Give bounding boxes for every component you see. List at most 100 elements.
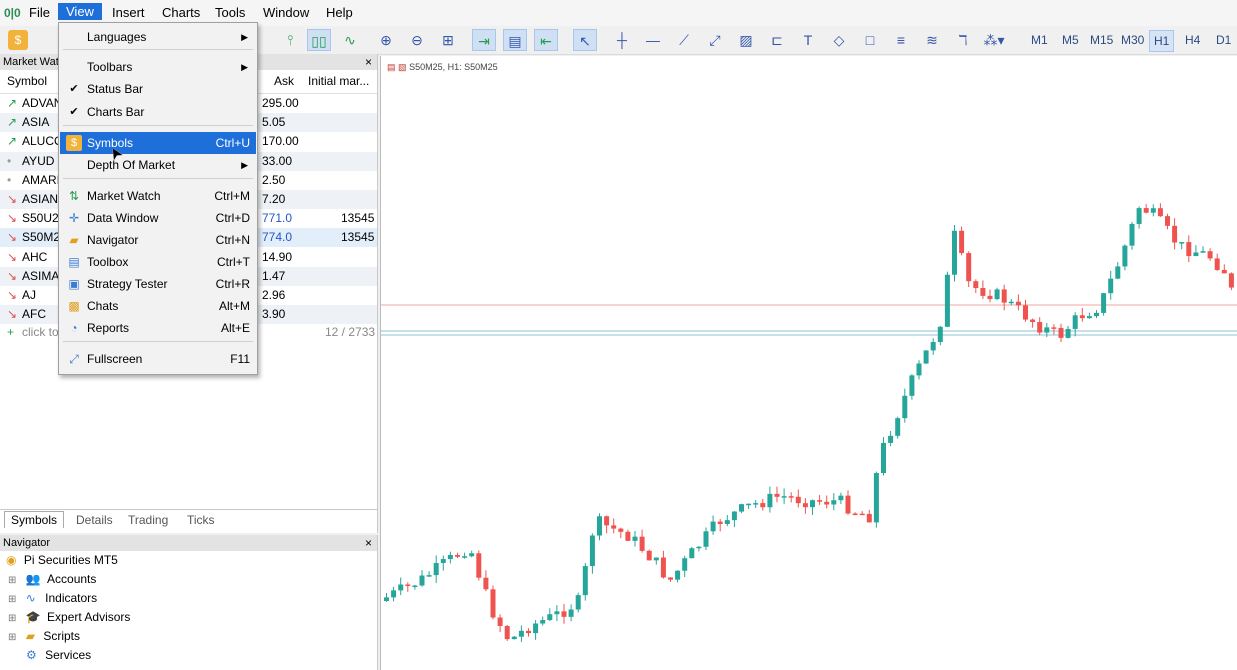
folder-icon: ▰: [69, 233, 79, 247]
grid-icon[interactable]: ⊞: [436, 29, 460, 51]
navigator-item-expert-advisors[interactable]: ⊞ 🎓 Expert Advisors: [8, 608, 130, 627]
candle-body: [504, 625, 510, 640]
menu-help[interactable]: Help: [326, 5, 353, 20]
menu-file[interactable]: File: [29, 5, 50, 20]
candle-body: [440, 559, 446, 564]
timeframe-m30[interactable]: M30: [1117, 30, 1148, 50]
navigator-item-indicators[interactable]: ⊞ ∿ Indicators: [8, 589, 97, 608]
candle-body: [1065, 328, 1071, 338]
menu-item-reports[interactable]: ◔ Reports Alt+E: [60, 317, 256, 339]
column-initial-margin[interactable]: Initial mar...: [308, 72, 369, 91]
timeframe-m5[interactable]: M5: [1058, 30, 1083, 50]
timeframe-h4[interactable]: H4: [1181, 30, 1204, 50]
menu-item-symbols[interactable]: $ Symbols Ctrl+U ➤: [60, 132, 256, 163]
autoscroll-icon[interactable]: ⇥: [472, 29, 496, 51]
menu-tools[interactable]: Tools: [215, 5, 245, 20]
expand-icon[interactable]: ⊞: [8, 594, 16, 605]
column-symbol[interactable]: Symbol: [7, 72, 47, 91]
navigator-root[interactable]: ◉ Pi Securities MT5: [6, 551, 118, 570]
chat-icon: ▩: [68, 299, 80, 313]
price-chart[interactable]: [381, 56, 1237, 670]
menu-item-chats[interactable]: ▩ Chats Alt+M: [60, 295, 256, 317]
services-icon: ⚙: [26, 648, 37, 662]
menu-item-charts-bar[interactable]: ✔ Charts Bar: [60, 101, 256, 123]
navigator-item-scripts[interactable]: ⊞ ▰ Scripts: [8, 627, 80, 646]
menu-shortcut: Alt+E: [220, 321, 250, 335]
menu-item-fullscreen[interactable]: ⤢ Fullscreen F11: [60, 348, 256, 370]
arrow-down-icon: ↘: [7, 230, 18, 245]
menu-charts[interactable]: Charts: [162, 5, 200, 20]
zoom-in-icon[interactable]: ⊕: [374, 29, 398, 51]
zoom-out-icon[interactable]: ⊖: [405, 29, 429, 51]
close-icon[interactable]: ×: [365, 54, 372, 70]
candle-body: [447, 555, 453, 560]
shapes-icon[interactable]: ◇: [827, 29, 851, 51]
menu-item-strategy-tester[interactable]: ▣ Strategy Tester Ctrl+R: [60, 273, 256, 295]
tab-details[interactable]: Details: [76, 513, 113, 527]
channel-icon[interactable]: ⊏: [765, 29, 789, 51]
column-ask[interactable]: Ask: [274, 72, 294, 91]
candle-body: [433, 563, 439, 576]
timeframe-m15[interactable]: M15: [1086, 30, 1117, 50]
objects-dropdown-icon[interactable]: ⁂▾: [982, 29, 1006, 51]
symbols-dollar-icon[interactable]: $: [8, 30, 28, 50]
line-chart-icon[interactable]: ∿: [338, 29, 362, 51]
timeframe-h1[interactable]: H1: [1149, 30, 1175, 52]
expand-icon[interactable]: ⊞: [8, 613, 16, 624]
tab-symbols[interactable]: Symbols: [4, 511, 65, 528]
chart-object-icon[interactable]: ▨: [734, 29, 758, 51]
tab-ticks[interactable]: Ticks: [187, 513, 215, 527]
menu-item-languages[interactable]: Languages ▶: [60, 26, 256, 48]
menu-item-navigator[interactable]: ▰ Navigator Ctrl+N: [60, 229, 256, 251]
candle-body: [866, 513, 872, 523]
gann-icon[interactable]: ≋: [920, 29, 944, 51]
text-icon[interactable]: T: [796, 29, 820, 51]
menu-item-status-bar[interactable]: ✔ Status Bar: [60, 78, 256, 100]
navigator-item-accounts[interactable]: ⊞ 👥 Accounts: [8, 570, 96, 589]
candle-body: [469, 553, 475, 557]
fibonacci-icon[interactable]: ≡: [889, 29, 913, 51]
timeframe-d1[interactable]: D1: [1212, 30, 1235, 50]
menu-item-data-window[interactable]: ✛ Data Window Ctrl+D: [60, 207, 256, 229]
chart-window[interactable]: ▤ ▧ S50M25, H1: S50M25: [380, 56, 1237, 670]
menu-separator: [63, 178, 253, 179]
candle-body: [1001, 289, 1007, 303]
candle-body: [1051, 327, 1057, 329]
candle-body: [582, 566, 588, 596]
candle-body: [909, 375, 915, 396]
menu-item-label: Chats: [87, 299, 119, 313]
menu-shortcut: Ctrl+R: [215, 277, 250, 291]
elliott-icon[interactable]: ℸ: [951, 29, 975, 51]
candle-body: [462, 556, 468, 558]
menu-insert[interactable]: Insert: [112, 5, 145, 20]
close-icon[interactable]: ×: [365, 535, 372, 551]
menu-window[interactable]: Window: [263, 5, 309, 20]
navigator-item-services[interactable]: ⚙ Services: [8, 646, 91, 665]
rectangle-icon[interactable]: □: [858, 29, 882, 51]
candle-body: [589, 535, 595, 567]
chart-shift-icon[interactable]: ▤: [503, 29, 527, 51]
candle-body: [1108, 278, 1114, 294]
menu-item-toolbox[interactable]: ▤ Toolbox Ctrl+T: [60, 251, 256, 273]
menu-item-depth-of-market[interactable]: Depth Of Market ▶: [60, 154, 256, 176]
cursor-icon[interactable]: ↖: [573, 29, 597, 51]
candlestick-icon[interactable]: ▯▯: [307, 29, 331, 51]
horizontal-line-icon[interactable]: —: [641, 29, 665, 51]
candle-body: [625, 531, 631, 541]
menu-item-label: Depth Of Market: [87, 158, 176, 172]
vertical-line-icon[interactable]: ┼: [610, 29, 634, 51]
expand-icon[interactable]: ⊞: [8, 575, 16, 586]
chart-fit-icon[interactable]: ⇤: [534, 29, 558, 51]
menu-view[interactable]: View: [58, 3, 102, 20]
menu-item-toolbars[interactable]: Toolbars ▶: [60, 56, 256, 78]
tab-trading[interactable]: Trading: [128, 513, 168, 527]
timeframe-m1[interactable]: M1: [1027, 30, 1052, 50]
expand-icon[interactable]: ⊞: [8, 632, 16, 643]
bar-chart-icon[interactable]: ⫯: [278, 29, 302, 51]
arrow-up-icon: ↗: [7, 115, 18, 130]
candle-body: [895, 418, 901, 436]
menu-item-market-watch[interactable]: ⇅ Market Watch Ctrl+M: [60, 185, 256, 207]
trendline-icon[interactable]: ⟋: [672, 29, 696, 51]
angle-line-icon[interactable]: ⤢: [703, 29, 727, 51]
candle-body: [1165, 216, 1170, 226]
